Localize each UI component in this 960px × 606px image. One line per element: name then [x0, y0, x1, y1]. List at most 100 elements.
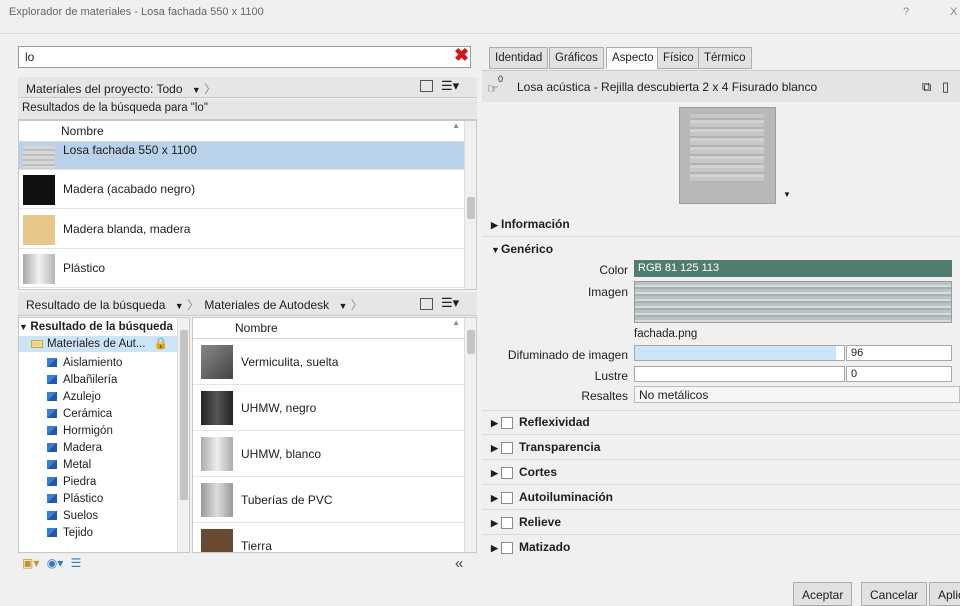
clear-search-icon[interactable]: ✖: [454, 44, 469, 66]
enable-checkbox[interactable]: [501, 541, 513, 554]
color-swatch[interactable]: RGB 81 125 113: [634, 260, 952, 277]
tree-category[interactable]: Plástico: [47, 493, 103, 505]
scrollbar-thumb[interactable]: [180, 330, 188, 500]
list-item[interactable]: Tuberías de PVC: [193, 477, 465, 523]
category-icon: [47, 494, 57, 504]
ok-button[interactable]: Aceptar: [793, 582, 853, 606]
tree-category[interactable]: Cerámica: [47, 408, 112, 420]
list-item[interactable]: Vermiculita, suelta: [193, 339, 465, 385]
view-panel-icon[interactable]: [420, 298, 433, 310]
chevron-down-icon[interactable]: ▼: [339, 301, 348, 311]
close-button[interactable]: X: [950, 6, 957, 18]
tree-category-label: Metal: [63, 459, 92, 471]
create-material-icon[interactable]: ◉▾: [47, 556, 64, 570]
image-filename[interactable]: fachada.png: [634, 328, 697, 340]
expand-icon: ▶: [491, 493, 498, 503]
material-name: Tierra: [241, 539, 272, 553]
hand-icon: ☞: [487, 81, 499, 96]
scrollbar-thumb[interactable]: [467, 197, 475, 219]
enable-checkbox[interactable]: [501, 416, 513, 429]
list-item[interactable]: UHMW, negro: [193, 385, 465, 431]
gloss-value-input[interactable]: 0: [846, 366, 952, 382]
tree-library-node[interactable]: Materiales de Aut... 🔒: [19, 336, 179, 352]
view-options-icon[interactable]: ☰▾: [441, 295, 459, 311]
divider: [482, 484, 960, 485]
search-result-dropdown[interactable]: Resultado de la búsqueda: [26, 298, 165, 312]
tab-fisico[interactable]: Físico: [657, 47, 700, 69]
tree-category-label: Suelos: [63, 510, 99, 522]
section-matizado[interactable]: ▶ Matizado: [491, 540, 570, 554]
material-name: Losa fachada 550 x 1100: [63, 143, 197, 157]
image-thumbnail[interactable]: [634, 281, 952, 323]
view-options-icon[interactable]: ☰▾: [441, 78, 459, 94]
search-input[interactable]: lo: [18, 46, 471, 68]
section-relieve[interactable]: ▶ Relieve: [491, 515, 561, 529]
duplicate-asset-icon[interactable]: ⧉: [922, 79, 931, 95]
apply-button[interactable]: Aplicar: [929, 582, 960, 606]
tree-category-label: Aislamiento: [63, 357, 123, 369]
category-icon: [47, 426, 57, 436]
tab-graficos[interactable]: Gráficos: [549, 47, 604, 69]
fade-slider[interactable]: [634, 345, 845, 361]
enable-checkbox[interactable]: [501, 516, 513, 529]
tab-identidad[interactable]: Identidad: [489, 47, 549, 69]
highlights-select[interactable]: No metálicos: [634, 386, 960, 403]
preview-options-icon[interactable]: ▼: [783, 190, 791, 199]
asset-name: Losa acústica - Rejilla descubierta 2 x …: [517, 80, 818, 94]
collapse-icon[interactable]: «: [455, 555, 463, 572]
enable-checkbox[interactable]: [501, 441, 513, 454]
tree-category[interactable]: Hormigón: [47, 425, 113, 437]
list-item[interactable]: UHMW, blanco: [193, 431, 465, 477]
new-library-icon[interactable]: ▣▾: [22, 556, 39, 570]
tree-category-label: Hormigón: [63, 425, 113, 437]
list-item[interactable]: Madera (acabado negro): [19, 170, 465, 209]
tree-category[interactable]: Azulejo: [47, 391, 101, 403]
scrollbar[interactable]: [464, 318, 476, 552]
tree-category[interactable]: Tejido: [47, 527, 93, 539]
section-reflexividad[interactable]: ▶ Reflexividad: [491, 415, 590, 429]
chevron-down-icon[interactable]: ▼: [192, 85, 201, 95]
tree-category[interactable]: Piedra: [47, 476, 96, 488]
enable-checkbox[interactable]: [501, 466, 513, 479]
help-button[interactable]: ?: [903, 6, 909, 18]
scrollbar[interactable]: [177, 318, 189, 552]
column-header-name[interactable]: Nombre ▲: [19, 121, 476, 142]
tree-root[interactable]: ▼ Resultado de la búsqueda: [19, 321, 173, 333]
section-cortes[interactable]: ▶ Cortes: [491, 465, 557, 479]
tree-category[interactable]: Madera: [47, 442, 102, 454]
editor-toggle-icon[interactable]: ☰: [71, 556, 82, 570]
chevron-down-icon[interactable]: ▼: [175, 301, 184, 311]
scrollbar-thumb[interactable]: [467, 330, 475, 354]
project-filter-dropdown[interactable]: Materiales del proyecto: Todo: [26, 82, 183, 96]
list-item[interactable]: Madera blanda, madera: [19, 210, 465, 249]
section-label: Transparencia: [519, 440, 601, 454]
fade-slider-fill: [635, 346, 836, 360]
view-panel-icon[interactable]: [420, 80, 433, 92]
enable-checkbox[interactable]: [501, 491, 513, 504]
section-label: Reflexividad: [519, 415, 590, 429]
cancel-button[interactable]: Cancelar: [861, 582, 928, 606]
list-item[interactable]: Plástico: [19, 249, 465, 288]
tree-category[interactable]: Suelos: [47, 510, 98, 522]
section-generico[interactable]: ▼Genérico: [491, 242, 553, 256]
tree-category[interactable]: Albañilería: [47, 374, 117, 386]
scrollbar[interactable]: [464, 121, 476, 289]
column-header-name[interactable]: Nombre ▲: [193, 318, 476, 339]
tab-aspecto[interactable]: Aspecto: [606, 47, 660, 69]
section-informacion[interactable]: ▶ Información: [491, 217, 570, 231]
gloss-slider[interactable]: [634, 366, 845, 382]
fade-value-input[interactable]: 96: [846, 345, 952, 361]
tree-root-label: Resultado de la búsqueda: [30, 321, 173, 333]
list-item[interactable]: Losa fachada 550 x 1100: [19, 142, 465, 170]
category-icon: [47, 528, 57, 538]
list-item[interactable]: Tierra: [193, 523, 465, 553]
replace-asset-icon[interactable]: ▯: [942, 79, 949, 95]
library-dropdown[interactable]: Materiales de Autodesk: [204, 298, 329, 312]
material-preview[interactable]: [679, 107, 776, 204]
tree-category[interactable]: Metal: [47, 459, 91, 471]
tree-category[interactable]: Aislamiento: [47, 357, 122, 369]
section-label: Cortes: [519, 465, 558, 479]
tab-termico[interactable]: Térmico: [698, 47, 752, 69]
section-transparencia[interactable]: ▶ Transparencia: [491, 440, 600, 454]
section-autoiluminacion[interactable]: ▶ Autoiluminación: [491, 490, 613, 504]
